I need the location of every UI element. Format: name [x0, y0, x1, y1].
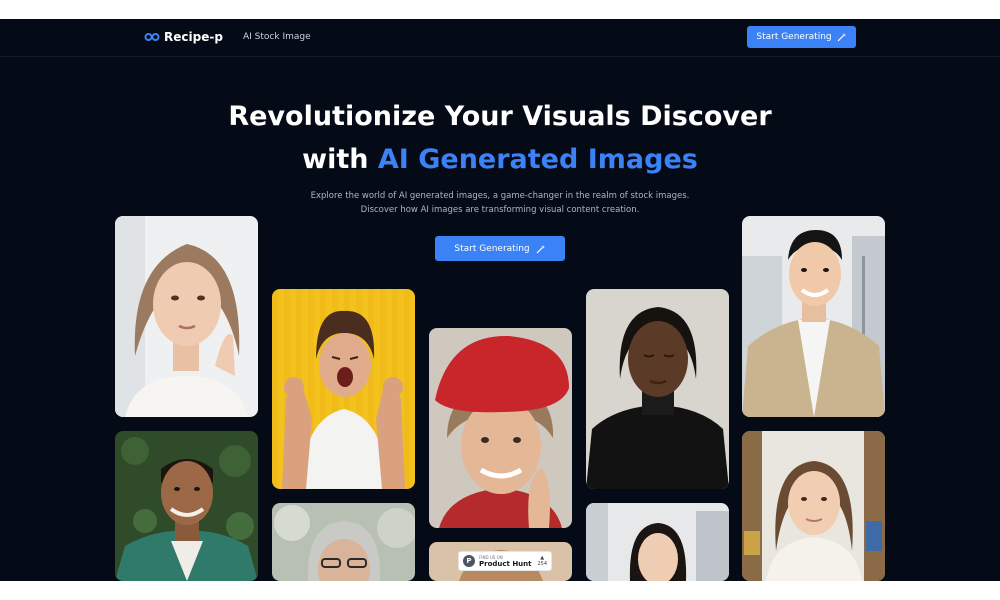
product-hunt-text: FIND US ON Product Hunt: [479, 554, 532, 568]
magic-wand-icon: [837, 33, 846, 42]
hero-title: Revolutionize Your Visuals Discover with…: [0, 95, 1000, 181]
portrait-image: [742, 216, 885, 417]
product-hunt-votes: ▲ 254: [537, 555, 547, 567]
nav-start-generating-button[interactable]: Start Generating: [747, 26, 856, 48]
hero-subtitle-line2: Discover how AI images are transforming …: [360, 205, 640, 215]
gallery-image-woman-black-turtleneck[interactable]: [586, 289, 729, 489]
portrait-image: [429, 328, 572, 528]
brand-name: Recipe-p: [164, 30, 223, 44]
gallery-image-woman-cheering-yellow[interactable]: [272, 289, 415, 489]
hero-title-prefix: with: [302, 144, 378, 175]
product-hunt-name: Product Hunt: [479, 560, 532, 568]
hero-subtitle: Explore the world of AI generated images…: [250, 189, 750, 217]
gallery-image-older-woman-glasses[interactable]: [272, 503, 415, 581]
gallery-image-girl-library[interactable]: [742, 431, 885, 581]
gallery-image-asian-woman-city[interactable]: [586, 503, 729, 581]
product-hunt-vote-count: 254: [537, 561, 547, 567]
hero-title-accent: AI Generated Images: [377, 144, 698, 175]
portrait-image: [115, 431, 258, 581]
portrait-image: [586, 503, 729, 581]
product-hunt-icon: P: [463, 555, 475, 567]
hero-title-line1: Revolutionize Your Visuals Discover: [228, 101, 772, 132]
hero-title-line2: with AI Generated Images: [0, 138, 1000, 181]
infinity-logo-icon: [144, 33, 160, 41]
gallery-image-man-green-jacket[interactable]: [115, 431, 258, 581]
app-window: Recipe-p AI Stock Image Start Generating…: [0, 19, 1000, 581]
hero-cta-label: Start Generating: [454, 243, 530, 254]
hero-subtitle-line1: Explore the world of AI generated images…: [310, 191, 690, 201]
portrait-image: [272, 289, 415, 489]
product-hunt-badge[interactable]: P FIND US ON Product Hunt ▲ 254: [458, 551, 552, 571]
gallery-image-older-woman-red-beret[interactable]: [429, 328, 572, 528]
gallery-image-man-beige-blazer[interactable]: [742, 216, 885, 417]
hero-start-generating-button[interactable]: Start Generating: [435, 236, 565, 261]
portrait-image: [742, 431, 885, 581]
nav-cta-label: Start Generating: [756, 32, 832, 42]
portrait-image: [272, 503, 415, 581]
top-navbar: Recipe-p AI Stock Image Start Generating: [0, 19, 1000, 57]
brand-logo[interactable]: Recipe-p: [144, 30, 223, 44]
magic-wand-icon: [536, 244, 545, 253]
gallery-image-woman-white-top[interactable]: [115, 216, 258, 417]
nav-link-ai-stock-image[interactable]: AI Stock Image: [243, 32, 311, 42]
portrait-image: [115, 216, 258, 417]
portrait-image: [586, 289, 729, 489]
